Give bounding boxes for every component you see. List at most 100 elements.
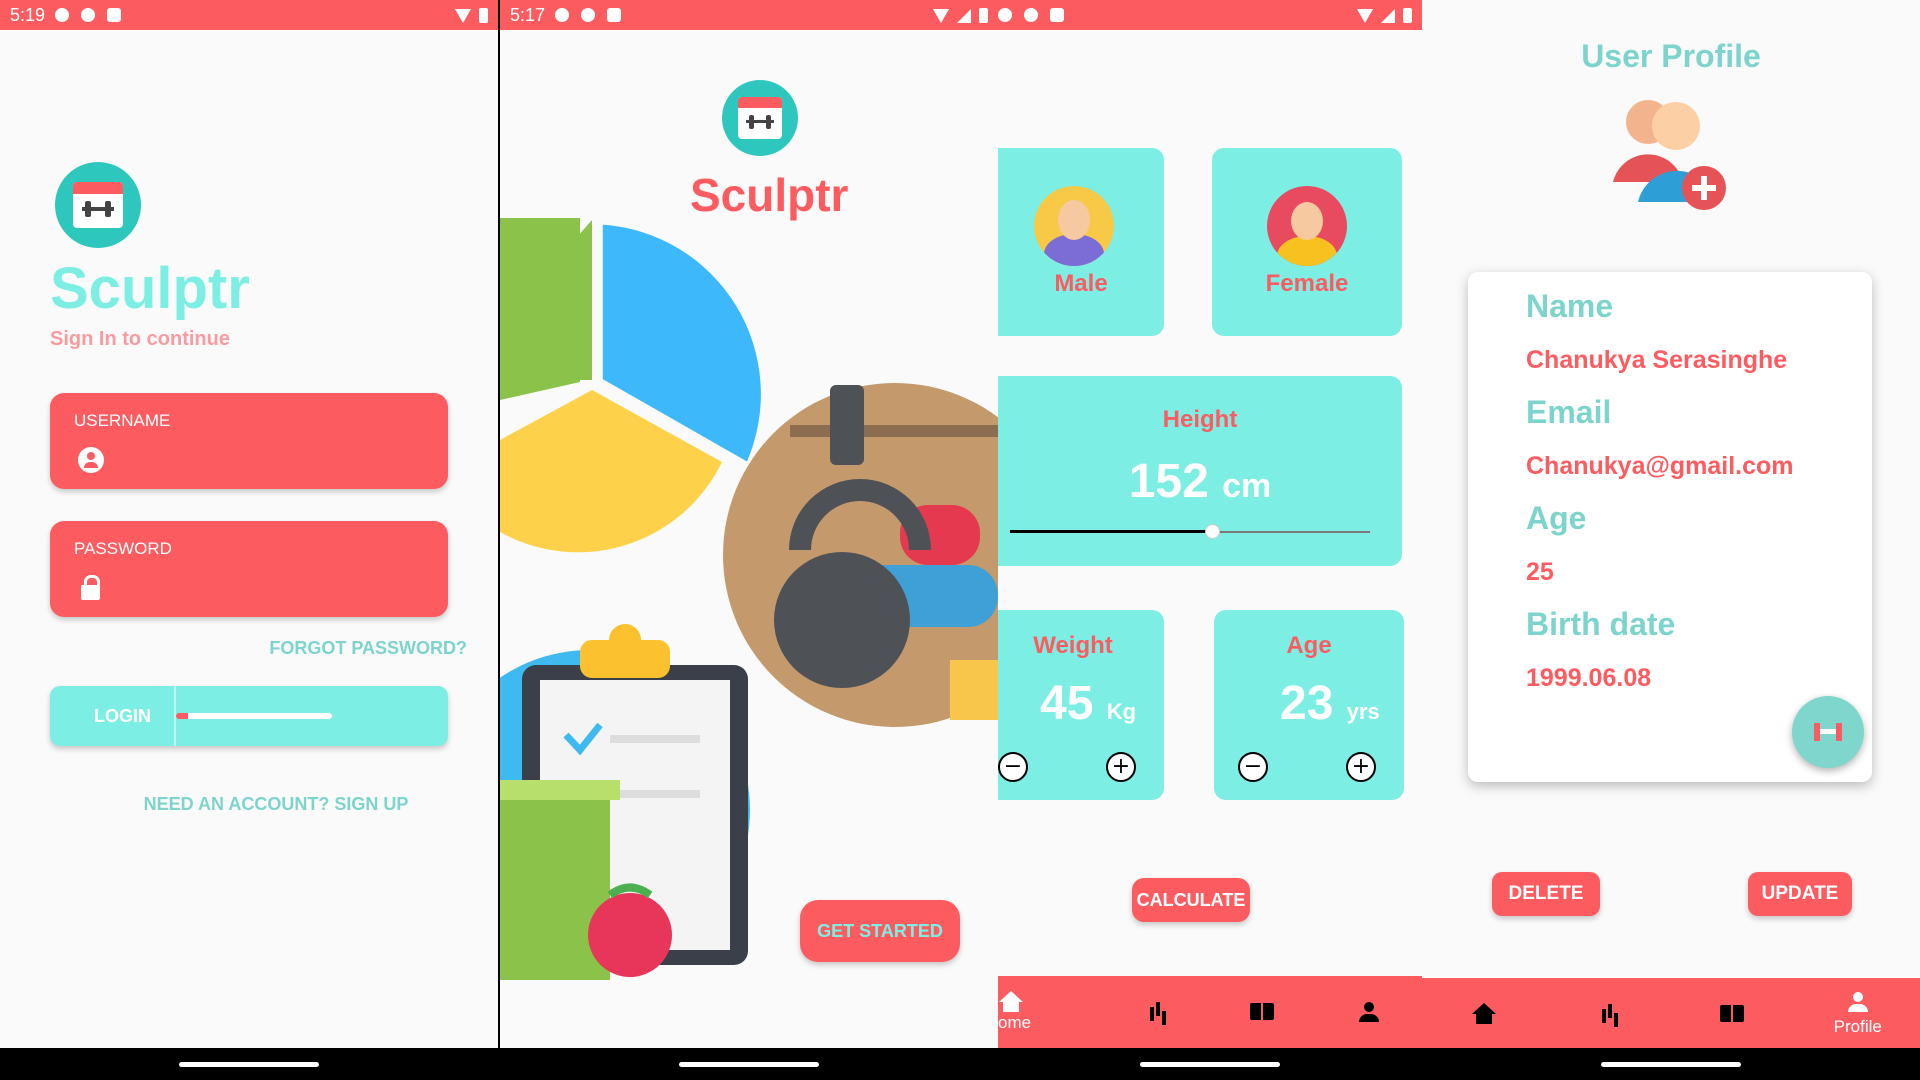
system-nav-bar [1422, 1048, 1920, 1080]
male-label: Male [1054, 270, 1108, 297]
weight-plus-button[interactable]: + [1106, 752, 1136, 782]
weight-value: 45 [1040, 677, 1094, 730]
age-readout: 23 yrs [1280, 676, 1380, 731]
password-field[interactable]: PASSWORD [50, 521, 448, 617]
nav-guide[interactable] [1671, 978, 1796, 1050]
height-card: Height 152 cm [998, 376, 1402, 566]
pie-chart-icon [500, 218, 761, 553]
calculate-button[interactable]: CALCULATE [1132, 878, 1250, 922]
book-icon [1720, 1003, 1746, 1025]
bmi-calculator-screen: Male Female Height 152 cm Weight 45 Kg −… [998, 0, 1422, 1080]
birth-date-value: 1999.06.08 [1526, 664, 1652, 692]
delete-button[interactable]: DELETE [1492, 872, 1600, 916]
home-gesture-pill[interactable] [179, 1062, 319, 1067]
person-icon [1356, 1001, 1382, 1023]
bottom-navigation: Profile [1422, 978, 1920, 1050]
sd-card-icon [107, 8, 122, 22]
home-gesture-pill[interactable] [679, 1062, 819, 1067]
sd-card-icon [1050, 8, 1064, 22]
signal-icon [1381, 8, 1395, 23]
battery-icon [1403, 8, 1412, 23]
female-label: Female [1265, 270, 1349, 297]
system-nav-bar [998, 1048, 1422, 1080]
screenshot-collage: 5:19 Sculptr Sign In to continue USERNAM… [0, 0, 1920, 1080]
status-bar [998, 0, 1422, 30]
app-logo-icon [55, 162, 141, 248]
update-button[interactable]: UPDATE [1748, 872, 1852, 916]
username-field[interactable]: USERNAME [50, 393, 448, 489]
male-avatar-icon [1034, 186, 1114, 266]
nav-home[interactable] [1422, 978, 1547, 1050]
page-title: User Profile [1581, 38, 1761, 74]
sign-in-subtitle: Sign In to continue [50, 328, 230, 350]
app-title: Sculptr [50, 256, 250, 321]
height-readout: 152 cm [998, 454, 1402, 509]
gender-male-card[interactable]: Male [998, 148, 1164, 336]
nav-home-label: ome [998, 1013, 1032, 1032]
email-label: Email [1526, 394, 1612, 430]
person-icon [1845, 991, 1871, 1013]
nav-profile[interactable]: Profile [1796, 978, 1920, 1050]
account-circle-icon [78, 447, 104, 473]
lock-icon [78, 575, 104, 601]
add-user-icon [1613, 100, 1726, 210]
settings-icon [1024, 8, 1038, 22]
get-started-button[interactable]: GET STARTED [800, 900, 960, 962]
birth-date-label: Birth date [1526, 606, 1676, 642]
wifi-icon [455, 8, 471, 23]
name-label: Name [1526, 288, 1614, 324]
age-minus-button[interactable]: − [1238, 752, 1268, 782]
login-button-label: LOGIN [94, 706, 151, 726]
nav-profile[interactable] [1316, 976, 1422, 1048]
dumbbell-fab-icon[interactable] [1792, 696, 1864, 768]
book-icon [1250, 1001, 1276, 1023]
gym-weights-icon [723, 383, 998, 727]
welcome-screen: 5:17 Sculptr GET STARTED [500, 0, 998, 1080]
weight-minus-button[interactable]: − [998, 752, 1028, 782]
email-value: Chanukya@gmail.com [1526, 452, 1794, 480]
age-card: Age 23 yrs − + [1214, 610, 1404, 800]
status-time: 5:19 [10, 4, 46, 25]
nav-guide[interactable] [1210, 976, 1316, 1048]
login-button[interactable]: LOGIN [50, 686, 448, 746]
home-gesture-pill[interactable] [1601, 1062, 1741, 1067]
age-value: 25 [1526, 558, 1554, 586]
name-value: Chanukya Serasinghe [1526, 346, 1788, 374]
home-gesture-pill[interactable] [1140, 1062, 1280, 1067]
height-label: Height [1162, 406, 1238, 433]
gender-female-card[interactable]: Female [1212, 148, 1402, 336]
login-screen: 5:19 Sculptr Sign In to continue USERNAM… [0, 0, 498, 1080]
weight-unit: Kg [1106, 699, 1137, 724]
password-label: PASSWORD [74, 539, 172, 558]
system-nav-bar [0, 1048, 498, 1080]
username-label: USERNAME [74, 411, 171, 430]
notification-icon [998, 8, 1012, 22]
nav-stats[interactable] [1547, 978, 1672, 1050]
height-slider-thumb[interactable] [1204, 524, 1220, 539]
nav-profile-label: Profile [1833, 1017, 1882, 1036]
user-profile-screen: User Profile Name Chanukya Serasinghe Em… [1422, 0, 1920, 1080]
bottom-navigation: ome [998, 976, 1422, 1048]
wifi-icon [1357, 8, 1373, 23]
age-unit: yrs [1346, 699, 1380, 724]
forgot-password-link[interactable]: FORGOT PASSWORD? [269, 638, 467, 659]
diet-clipboard-icon [500, 624, 750, 980]
weight-readout: 45 Kg [1040, 676, 1136, 731]
height-slider[interactable] [1010, 524, 1370, 539]
welcome-illustrations [500, 218, 998, 980]
age-label: Age [1286, 632, 1332, 659]
nav-stats[interactable] [1104, 976, 1210, 1048]
battery-icon [479, 8, 488, 23]
height-unit: cm [1222, 467, 1272, 505]
nav-home[interactable]: ome [998, 976, 1104, 1048]
height-slider-fill [1010, 530, 1212, 533]
home-icon [1471, 1003, 1497, 1025]
settings-icon [81, 8, 96, 22]
signup-link[interactable]: NEED AN ACCOUNT? SIGN UP [0, 794, 498, 815]
age-plus-button[interactable]: + [1346, 752, 1376, 782]
height-value: 152 [1128, 455, 1209, 508]
stats-icon [1596, 1003, 1622, 1025]
notification-icon [55, 8, 70, 22]
age-value: 23 [1280, 677, 1334, 730]
weight-label: Weight [1033, 632, 1113, 659]
